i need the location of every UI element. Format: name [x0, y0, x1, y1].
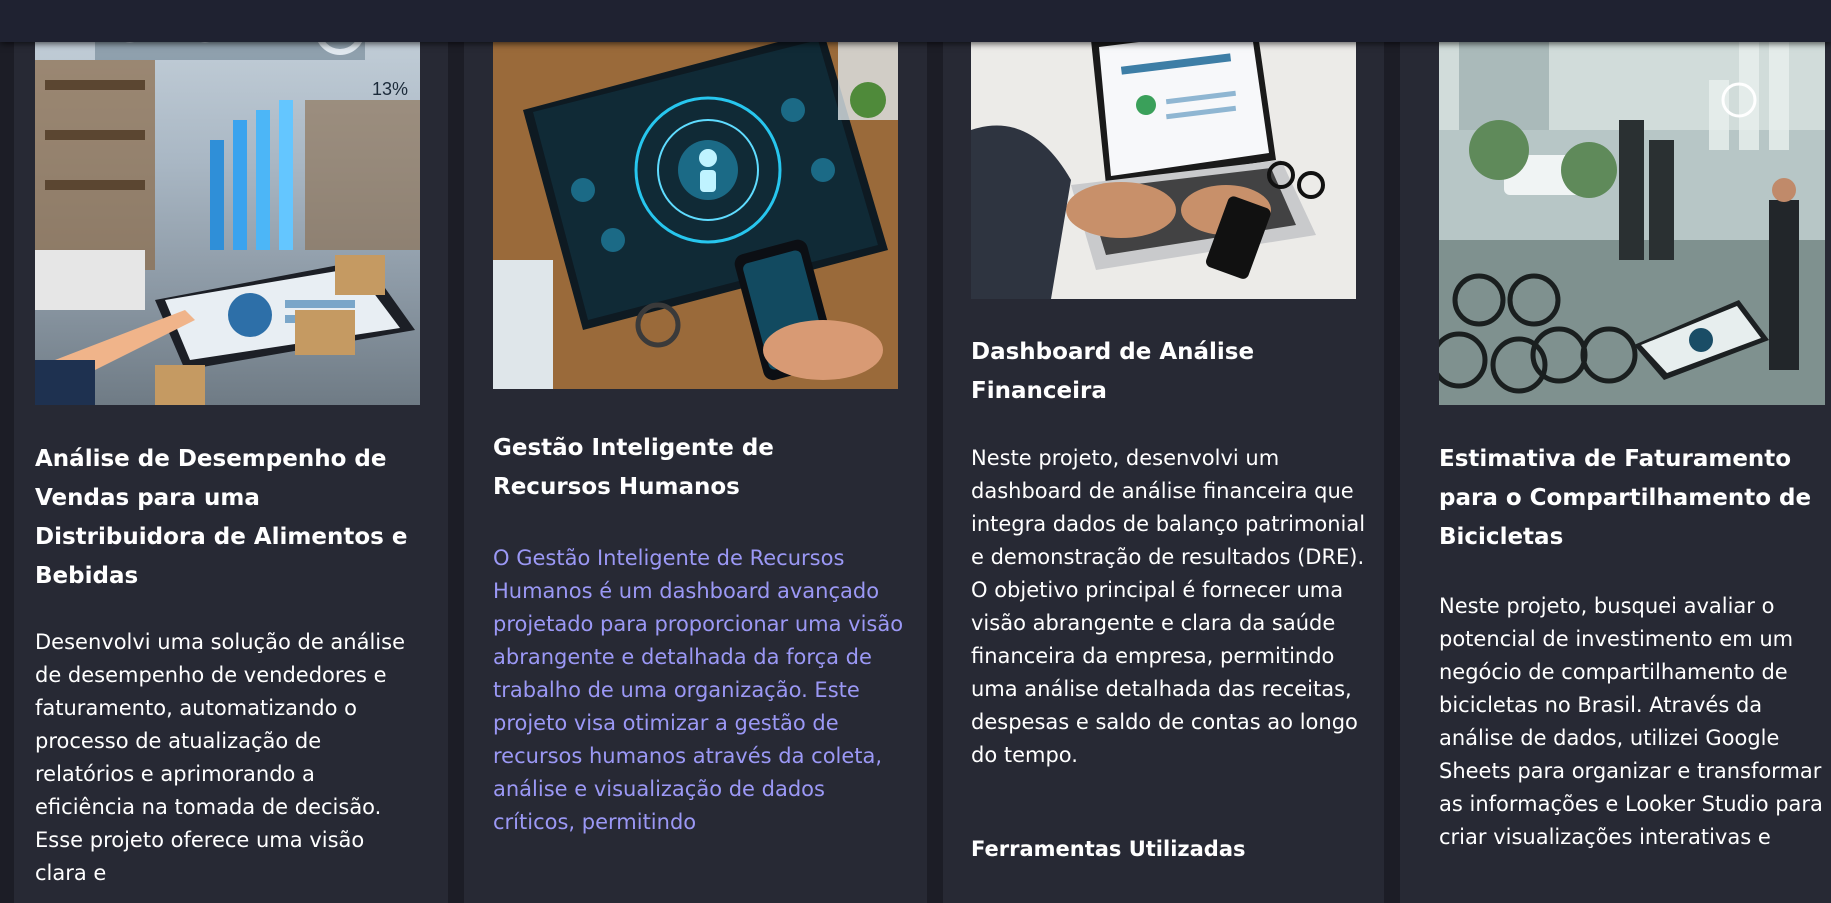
bike-city-illustration [1439, 0, 1825, 405]
project-image-hr-dashboard[interactable] [493, 0, 898, 389]
project-description: Neste projeto, busquei avaliar o potenci… [1439, 594, 1823, 849]
project-description: Desenvolvi uma solução de análise de des… [35, 630, 405, 885]
warehouse-analytics-illustration: 13% [35, 5, 420, 405]
project-description: O Gestão Inteligente de Recursos Humanos… [493, 546, 904, 834]
project-image-sales-dashboard[interactable]: 13% [35, 0, 420, 405]
project-description: Neste projeto, desenvolvi um dashboard d… [971, 446, 1366, 767]
laptop-photo-illustration [971, 0, 1356, 299]
hr-tablet-illustration [493, 0, 898, 389]
project-card-hr-management[interactable]: Gestão Inteligente de Recursos Humanos O… [464, 0, 927, 903]
project-image-bike-sharing[interactable] [1439, 0, 1825, 405]
project-title[interactable]: Dashboard de Análise Financeira [971, 333, 1366, 411]
project-card-sales-performance[interactable]: 13% Análise de Desempenho de Vendas para… [14, 0, 448, 903]
top-navigation-bar [0, 0, 1831, 42]
project-card-financial-analysis[interactable]: Dashboard de Análise Financeira Neste pr… [943, 0, 1384, 903]
project-title[interactable]: Gestão Inteligente de Recursos Humanos [493, 429, 893, 507]
project-image-financial-dashboard[interactable] [971, 0, 1356, 299]
tools-heading: Ferramentas Utilizadas [971, 837, 1246, 861]
project-title[interactable]: Análise de Desempenho de Vendas para uma… [35, 440, 430, 596]
project-title[interactable]: Estimativa de Faturamento para o Compart… [1439, 440, 1831, 557]
svg-text:13%: 13% [372, 79, 408, 99]
project-card-bike-sharing[interactable]: Estimativa de Faturamento para o Compart… [1400, 0, 1831, 903]
